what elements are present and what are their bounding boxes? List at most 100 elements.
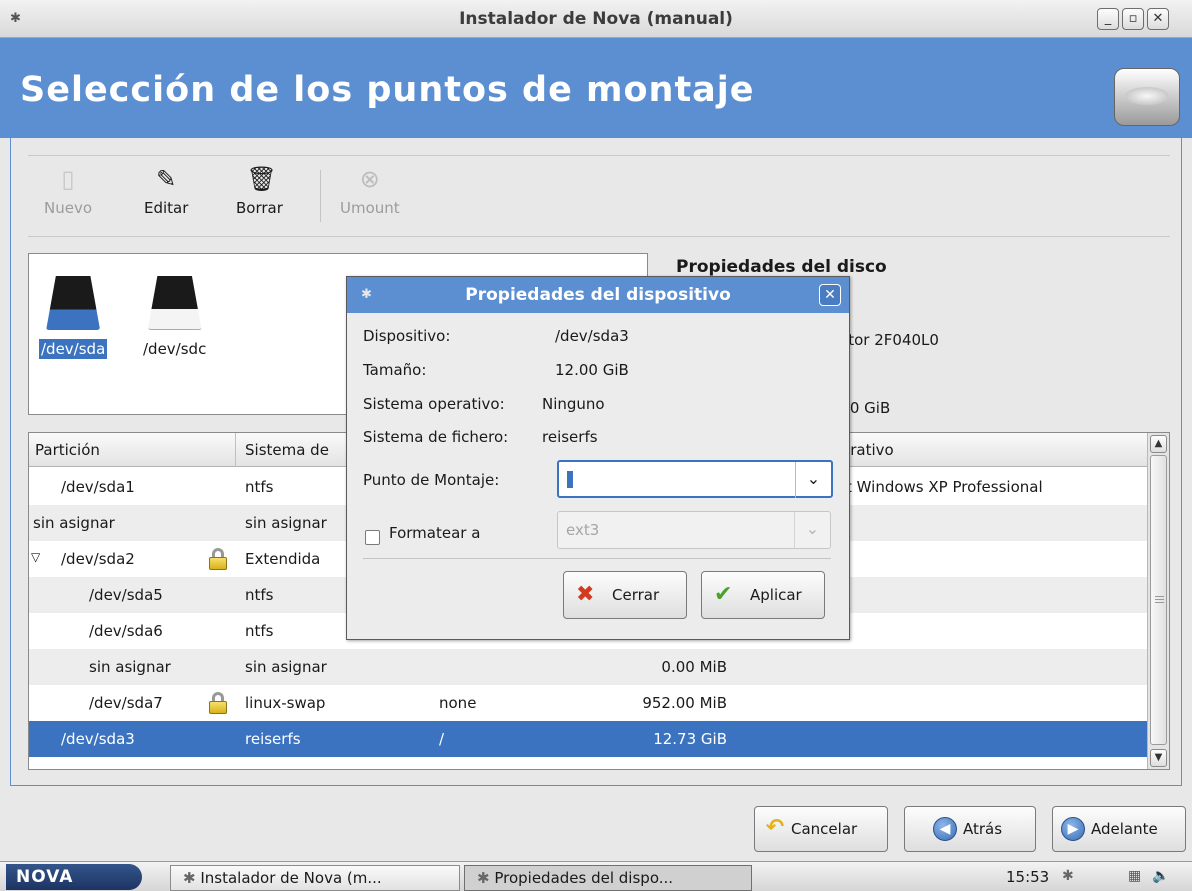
table-row[interactable]: sin asignar sin asignar 0.00 MiB	[29, 649, 1149, 685]
cell-size: 0.00 MiB	[661, 658, 727, 676]
maximize-button[interactable]: ▫	[1122, 8, 1144, 30]
os-label: Sistema operativo:	[363, 395, 505, 413]
cell-partition: sin asignar	[33, 514, 115, 532]
format-label: Formatear a	[389, 524, 481, 542]
cancel-label: Cancelar	[791, 820, 858, 838]
cell-filesystem: Extendida	[245, 550, 321, 568]
cell-filesystem: linux-swap	[245, 694, 326, 712]
task-properties-dialog[interactable]: ✱ Propiedades del dispo...	[464, 865, 752, 891]
umount-button-label: Umount	[340, 199, 400, 217]
window-titlebar[interactable]: ✱ Instalador de Nova (manual) _ ▫ ✕	[0, 0, 1192, 38]
new-button-label: Nuevo	[44, 199, 93, 217]
device-sdc[interactable]: /dev/sdc	[143, 276, 206, 358]
dialog-separator	[363, 558, 831, 559]
close-dialog-button[interactable]: ✖ Cerrar	[563, 571, 687, 619]
task-label: Propiedades del dispo...	[494, 869, 674, 887]
mount-point-label: Punto de Montaje:	[363, 471, 500, 489]
lock-icon	[209, 548, 227, 570]
cell-size: 952.00 MiB	[642, 694, 727, 712]
toolbar-separator	[320, 170, 321, 222]
column-header-partition[interactable]: Partición	[35, 441, 100, 459]
toolbar-bottom-divider	[28, 236, 1170, 237]
device-label: /dev/sda	[39, 339, 108, 359]
chevron-down-icon: ⌄	[794, 512, 830, 548]
cell-filesystem: reiserfs	[245, 730, 301, 748]
cell-filesystem: ntfs	[245, 622, 274, 640]
mount-point-input[interactable]: /	[567, 471, 573, 489]
page-title: Selección de los puntos de montaje	[20, 70, 755, 110]
checkmark-icon: ✔	[714, 582, 733, 607]
expander-arrow-icon[interactable]: ▽	[31, 550, 40, 564]
cell-partition: /dev/sda1	[61, 478, 135, 496]
disk-drive-icon	[147, 276, 202, 330]
os-value: Ninguno	[542, 395, 605, 413]
cell-partition: sin asignar	[89, 658, 171, 676]
apply-button[interactable]: ✔ Aplicar	[701, 571, 825, 619]
chevron-down-icon[interactable]: ⌄	[795, 462, 831, 498]
table-row-selected[interactable]: /dev/sda3 reiserfs / 12.73 GiB	[29, 721, 1149, 757]
cell-os: ft Windows XP Professional	[841, 478, 1043, 496]
umount-icon: ⊗	[359, 165, 380, 193]
size-label: Tamaño:	[363, 361, 427, 379]
disk-properties-title: Propiedades del disco	[676, 257, 887, 277]
cell-filesystem: ntfs	[245, 478, 274, 496]
cell-filesystem: sin asignar	[245, 514, 327, 532]
delete-button-label: Borrar	[236, 199, 283, 217]
scroll-down-icon[interactable]: ▼	[1150, 749, 1167, 767]
column-separator	[235, 433, 236, 467]
window-title: Instalador de Nova (manual)	[459, 9, 733, 29]
app-icon: ✱	[477, 869, 495, 887]
umount-button[interactable]: ⊗ Umount	[340, 165, 400, 217]
device-label: /dev/sdc	[143, 340, 207, 358]
format-checkbox[interactable]	[365, 530, 380, 545]
filesystem-value: reiserfs	[542, 428, 598, 446]
edit-button-label: Editar	[144, 199, 189, 217]
new-button[interactable]: ▯ Nuevo	[44, 165, 92, 217]
dialog-titlebar[interactable]: ✱ Propiedades del dispositivo ✕	[347, 277, 849, 313]
task-installer[interactable]: ✱ Instalador de Nova (m...	[170, 865, 460, 891]
task-label: Instalador de Nova (m...	[200, 869, 382, 887]
apply-label: Aplicar	[750, 586, 802, 604]
mount-point-combo[interactable]: / ⌄	[557, 460, 833, 498]
edit-button[interactable]: ✎ Editar	[144, 165, 188, 217]
cell-mount: /	[439, 730, 445, 748]
next-button[interactable]: ▶ Adelante	[1052, 806, 1186, 852]
format-type-combo[interactable]: ext3 ⌄	[557, 511, 831, 549]
lock-icon	[209, 692, 227, 714]
cell-size: 12.73 GiB	[653, 730, 727, 748]
column-header-filesystem[interactable]: Sistema de	[245, 441, 329, 459]
new-document-icon: ▯	[61, 165, 75, 193]
dialog-close-icon[interactable]: ✕	[819, 284, 841, 306]
next-label: Adelante	[1091, 820, 1158, 838]
scroll-up-icon[interactable]: ▲	[1150, 435, 1167, 453]
toolbar-top-divider	[28, 155, 1170, 156]
table-row[interactable]: /dev/sda7 linux-swap none 952.00 MiB	[29, 685, 1149, 721]
app-icon: ✱	[183, 869, 201, 887]
cell-mount: none	[439, 694, 477, 712]
back-button[interactable]: ◀ Atrás	[904, 806, 1036, 852]
cell-filesystem: sin asignar	[245, 658, 327, 676]
cell-partition: /dev/sda5	[89, 586, 163, 604]
forward-arrow-icon: ▶	[1061, 817, 1085, 841]
delete-button[interactable]: 🗑 Borrar	[236, 165, 283, 217]
cell-partition: /dev/sda2	[61, 550, 135, 568]
cell-partition: /dev/sda7	[89, 694, 163, 712]
close-button[interactable]: ✕	[1147, 8, 1169, 30]
vertical-scrollbar[interactable]: ▲ ▼	[1147, 433, 1169, 769]
trash-icon: 🗑	[246, 165, 277, 193]
scrollbar-thumb[interactable]	[1150, 455, 1167, 745]
edit-document-icon: ✎	[156, 165, 177, 193]
size-value: 12.00 GiB	[555, 361, 629, 379]
start-menu-button[interactable]: NOVA	[6, 864, 142, 890]
installer-tray-icon[interactable]: ✱	[1062, 868, 1074, 884]
cancel-button[interactable]: ↶ Cancelar	[754, 806, 888, 852]
network-icon[interactable]: ▦	[1128, 868, 1141, 884]
volume-icon[interactable]: 🔈	[1152, 868, 1169, 884]
taskbar: NOVA ✱ Instalador de Nova (m... ✱ Propie…	[0, 861, 1192, 891]
device-sda[interactable]: /dev/sda	[39, 276, 108, 359]
minimize-button[interactable]: _	[1097, 8, 1119, 30]
header-banner: Selección de los puntos de montaje	[0, 38, 1192, 138]
clock: 15:53	[1006, 868, 1050, 886]
cell-filesystem: ntfs	[245, 586, 274, 604]
device-properties-dialog: ✱ Propiedades del dispositivo ✕ Disposit…	[346, 276, 850, 640]
